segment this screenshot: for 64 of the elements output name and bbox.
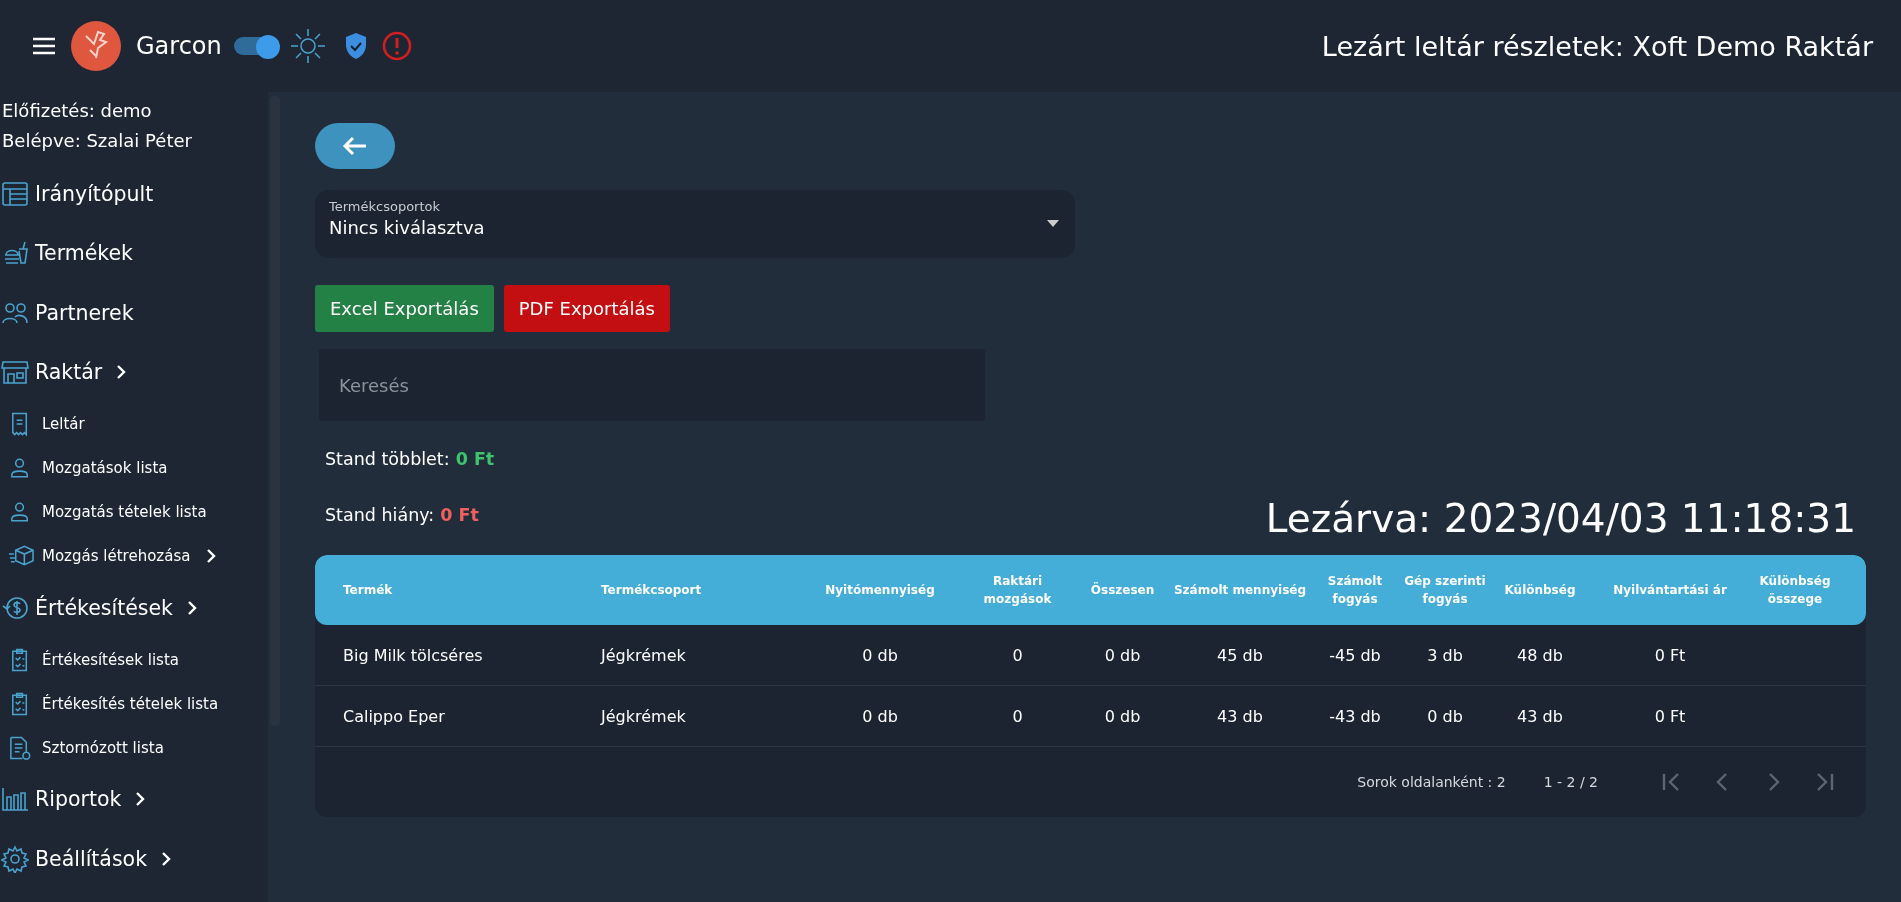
table-cell-text: -45 db xyxy=(1328,645,1382,665)
table-cell-text: Jégkrémek xyxy=(601,706,687,726)
table-cell-text: 43 db xyxy=(1516,706,1564,726)
bar-chart-icon xyxy=(1,785,29,814)
shield-check-icon[interactable] xyxy=(343,32,368,60)
table-cell-text: Big Milk tölcséres xyxy=(343,645,484,665)
user-label: Belépve: Szalai Péter xyxy=(1,129,193,153)
table-cell-text: Jégkrémek xyxy=(601,645,687,665)
summary-value: 0 Ft xyxy=(440,505,479,525)
search-field[interactable]: Keresés xyxy=(319,349,985,421)
summary-label: Stand hiány: xyxy=(325,505,435,525)
sidebar-item[interactable]: Riportok xyxy=(0,769,268,829)
table-cell-text: 0 db xyxy=(861,645,899,665)
subscription-label: Előfizetés: demo xyxy=(1,99,153,123)
dropdown-caret-icon xyxy=(1047,220,1059,227)
summary-value: 0 Ft xyxy=(455,449,495,469)
table-cell-text: 0 xyxy=(1011,645,1024,665)
settings-icon xyxy=(1,844,29,873)
sidebar-item[interactable]: Irányítópult xyxy=(0,164,268,224)
back-button[interactable] xyxy=(315,123,395,169)
closed-date: Lezárva: 2023/04/03 11:18:31 xyxy=(1265,496,1856,541)
alert-icon[interactable] xyxy=(381,31,412,61)
rows-per-page-label: Sorok oldalanként : 2 xyxy=(1357,774,1506,790)
sidebar-subitem[interactable]: Értékesítés tételek lista xyxy=(0,681,268,726)
store-icon xyxy=(1,358,29,387)
logo-icon xyxy=(70,20,122,72)
table-cell-text: 0 db xyxy=(1103,645,1142,665)
sidebar-subitem[interactable]: Értékesítések lista xyxy=(0,637,268,682)
page-range: 1 - 2 / 2 xyxy=(1543,774,1598,790)
table-cell-text: Calippo Eper xyxy=(343,706,446,726)
menu-icon[interactable] xyxy=(32,36,56,56)
export-button[interactable]: Excel Exportálás xyxy=(315,285,494,332)
sidebar-item[interactable]: Beállítások xyxy=(0,829,268,889)
summary-label: Stand többlet: xyxy=(325,449,450,469)
table-cell-text: 0 db xyxy=(1103,706,1142,726)
export-button[interactable]: PDF Exportálás xyxy=(503,285,670,332)
table-cell-text: 0 db xyxy=(1426,706,1464,726)
sidebar-subitem[interactable]: Mozgatás tételek lista xyxy=(0,490,268,534)
table-cell-text: 0 Ft xyxy=(1653,645,1687,665)
arrow-left-icon xyxy=(342,136,368,156)
theme-toggle[interactable] xyxy=(233,35,280,57)
sidebar-item[interactable]: Raktár xyxy=(0,342,268,402)
table-cell-text: 48 db xyxy=(1516,645,1564,665)
sidebar-item[interactable]: Értékesítések xyxy=(0,578,268,638)
product-group-select[interactable]: Termékcsoportok Nincs kiválasztva xyxy=(315,190,1075,258)
select-value: Nincs kiválasztva xyxy=(329,217,485,238)
sidebar-subitem[interactable]: Leltár xyxy=(0,402,268,446)
sidebar-subitem[interactable]: Sztornózott lista xyxy=(0,725,268,770)
table-cell-text: 43 db xyxy=(1216,706,1264,726)
table-cell-text: -43 db xyxy=(1328,706,1382,726)
app-name: Garcon xyxy=(136,32,222,60)
dashboard-icon xyxy=(1,179,29,208)
sidebar-item[interactable]: Partnerek xyxy=(0,283,268,343)
table-cell-text: 0 db xyxy=(861,706,899,726)
table-cell-text: 0 xyxy=(1011,706,1024,726)
sidebar-subitem[interactable]: Mozgatások lista xyxy=(0,446,268,490)
sun-icon[interactable] xyxy=(289,28,326,64)
table-cell-text: 3 db xyxy=(1426,645,1464,665)
page-title: Lezárt leltár részletek: Xoft Demo Raktár xyxy=(1321,30,1873,62)
sidebar-item[interactable]: Termékek xyxy=(0,223,268,283)
sidebar-subitem[interactable]: Mozgás létrehozása xyxy=(0,534,268,578)
table-cell-text: 45 db xyxy=(1216,645,1264,665)
table-cell-text: 0 Ft xyxy=(1653,706,1687,726)
select-label: Termékcsoportok xyxy=(329,199,441,214)
